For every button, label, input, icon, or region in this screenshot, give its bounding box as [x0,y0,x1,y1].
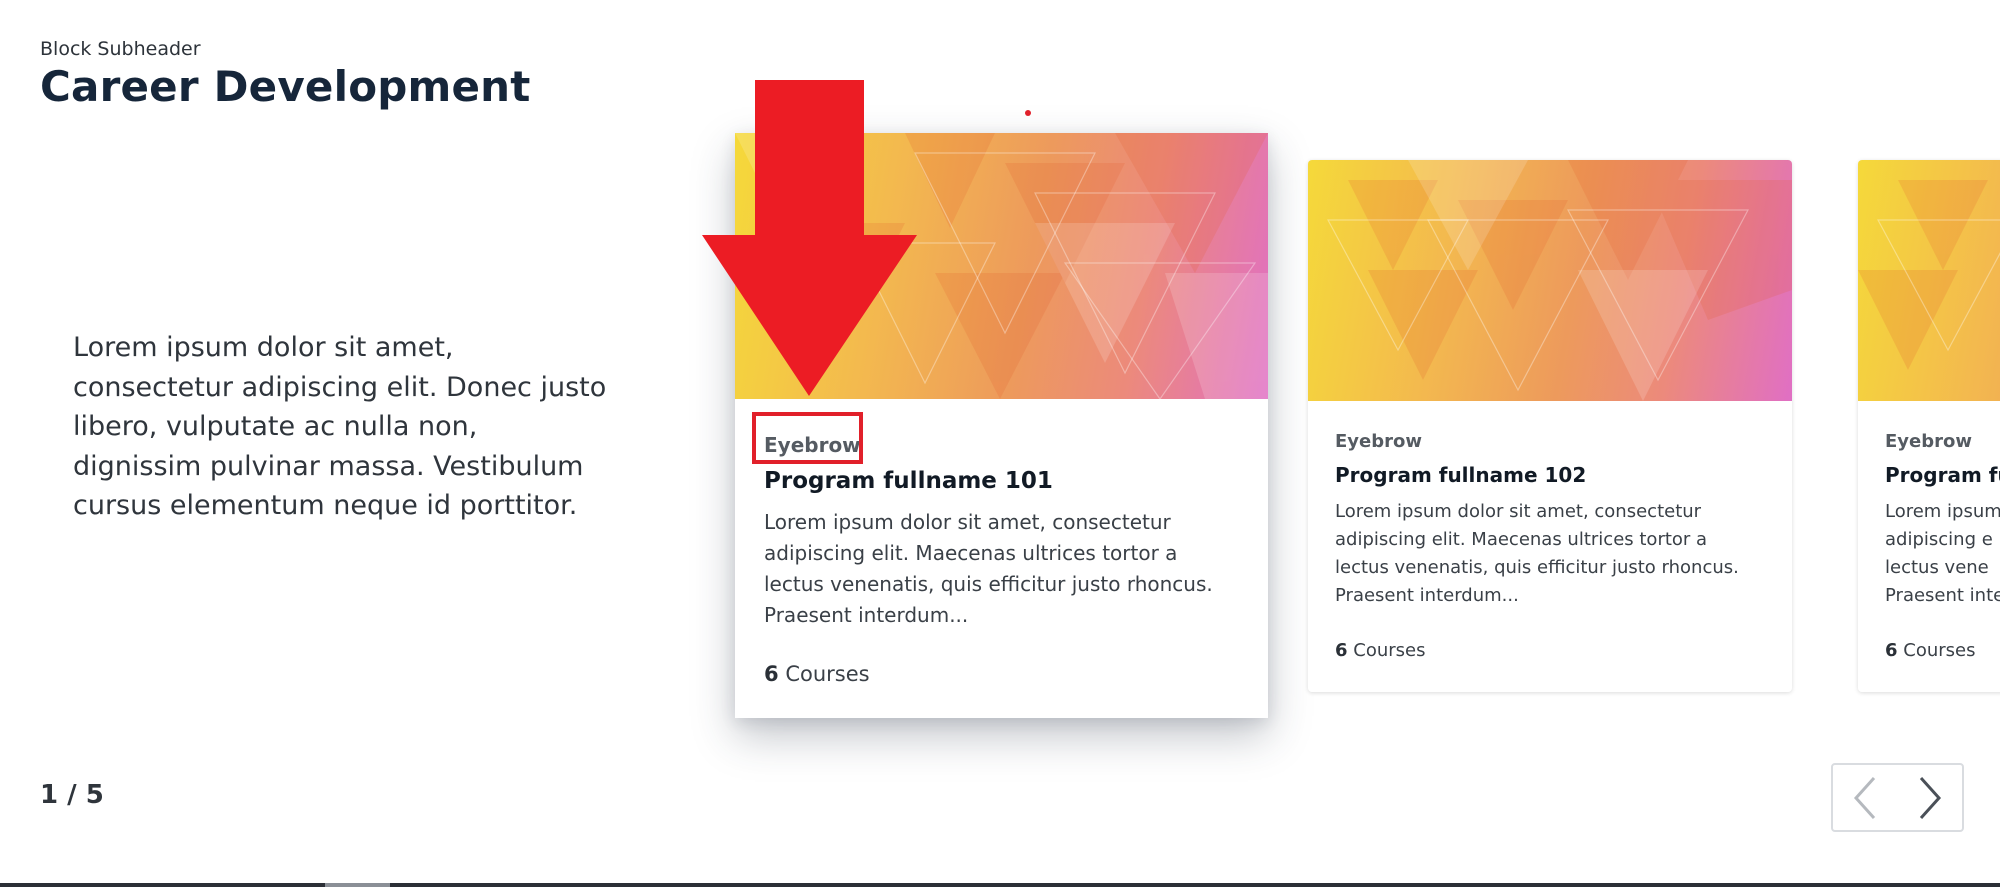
course-count-number: 6 [764,662,779,686]
banner-triangle-pattern [1326,160,1792,401]
card-banner-image [1858,160,2000,401]
program-name[interactable]: Program fullname 101 [764,468,1239,494]
description-line: Lorem ipsum [1885,501,2000,522]
card-eyebrow: Eyebrow [1335,431,1422,452]
program-card-102[interactable]: Eyebrow Program fullname 102 Lorem ipsum… [1308,160,1792,692]
course-count: 6 Courses [764,662,1239,686]
bottom-scrollbar[interactable] [0,883,2000,887]
program-description: Lorem ipsum dolor sit amet, consectetur … [764,510,1213,627]
description-line: lectus vene [1885,557,1989,578]
course-count-label: Courses [1353,640,1426,661]
block-subheader: Block Subheader [40,38,201,60]
course-count-number: 6 [1885,640,1898,661]
card-banner-image [1308,160,1792,401]
chevron-right-icon [1919,776,1941,819]
eyebrow-highlight-box [752,412,863,464]
course-count: 6 Courses [1885,640,2000,661]
program-name[interactable]: Program fullname 102 [1335,463,1765,487]
course-count: 6 Courses [1335,640,1765,661]
scrollbar-thumb[interactable] [325,883,390,887]
program-card-103[interactable]: Eyebrow Program fu Lorem ipsum adipiscin… [1858,160,2000,692]
course-count-label: Courses [785,662,870,686]
carousel-nav [1831,763,1964,832]
banner-triangle-pattern [1858,180,2000,370]
block-intro-text: Lorem ipsum dolor sit amet, consectetur … [73,332,607,521]
course-count-label: Courses [1903,640,1976,661]
carousel-block: Block Subheader Career Development Lorem… [0,0,2000,887]
annotation-dot [1025,110,1031,116]
pagination-indicator: 1 / 5 [40,780,104,810]
description-line: adipiscing e [1885,529,1993,550]
chevron-left-icon [1854,776,1876,819]
red-down-arrow-icon [702,80,917,396]
block-title: Career Development [40,62,531,111]
program-description: Lorem ipsum adipiscing e lectus vene Pra… [1885,498,2000,610]
prev-button[interactable] [1833,765,1898,830]
program-name[interactable]: Program fu [1885,463,2000,487]
next-button[interactable] [1898,765,1963,830]
card-eyebrow: Eyebrow [1885,431,1972,452]
program-description: Lorem ipsum dolor sit amet, consectetur … [1335,501,1739,606]
description-line: Praesent inte [1885,585,2000,606]
course-count-number: 6 [1335,640,1348,661]
